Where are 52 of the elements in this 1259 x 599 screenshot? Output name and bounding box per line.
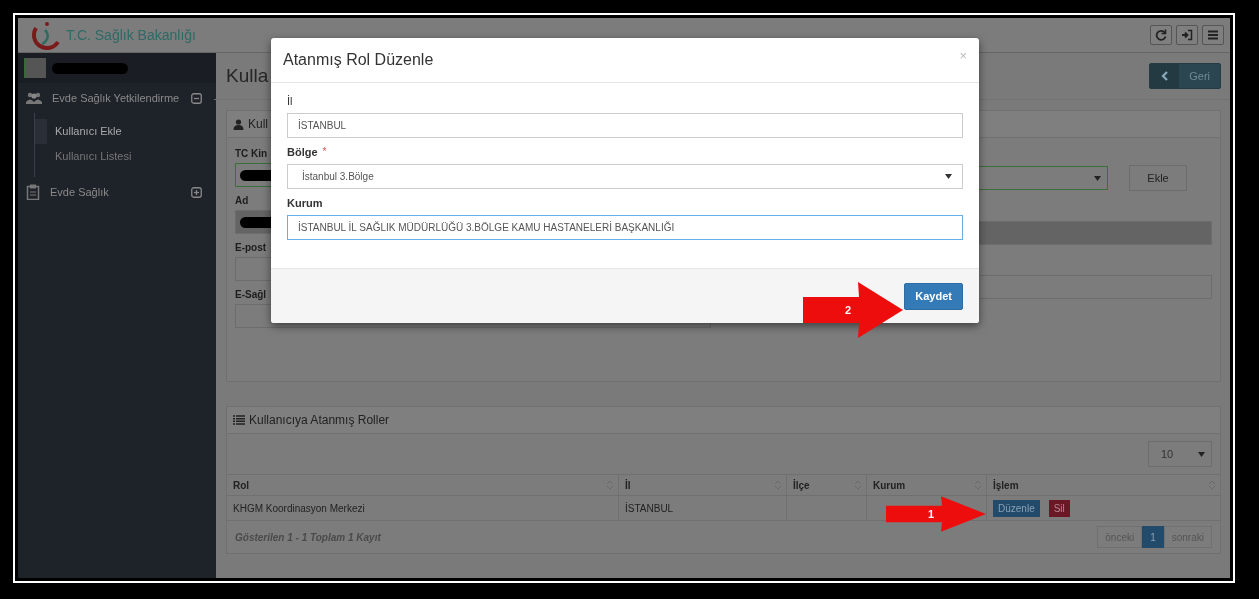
logo-text: T.C. Sağlık Bakanlığı [66, 27, 196, 43]
dialog-title: Atanmış Rol Düzenle [283, 51, 434, 69]
arrow-icon [884, 495, 988, 533]
caret-icon [945, 174, 952, 179]
back-button[interactable]: Geri [1149, 63, 1221, 89]
table-cell: İSTANBUL [619, 495, 787, 521]
table-cell: KHGM Koordinasyon Merkezi [227, 495, 619, 521]
sidebar-subitem[interactable]: Kullanıcı Listesi [35, 144, 216, 169]
chevron-left-icon [1160, 71, 1169, 81]
input-field[interactable]: İSTANBUL İL SAĞLIK MÜDÜRLÜĞÜ 3.BÖLGE KAMU HASTANELERİ BAŞKANLIĞI [287, 215, 963, 240]
panel-title: Kull [248, 117, 268, 131]
delete-button[interactable]: Sil [1048, 499, 1070, 517]
users-icon [26, 92, 42, 104]
column-header[interactable]: Kurum [867, 474, 987, 495]
sidebar-item[interactable]: Evde Sağlık Yetkilendirme [18, 83, 216, 113]
toggle-icon[interactable] [191, 92, 202, 104]
select-field[interactable]: İstanbul 3.Bölge [287, 164, 963, 189]
column-header[interactable]: İl [619, 474, 787, 495]
column-header[interactable]: İlçe [787, 474, 867, 495]
page-button[interactable]: 1 [1142, 526, 1164, 548]
edit-button[interactable]: Düzenle [993, 499, 1040, 517]
page-title: Kulla [226, 65, 269, 87]
field-label: E-post [235, 242, 267, 253]
column-header[interactable]: Rol [227, 474, 619, 495]
field-label: Kurum [287, 197, 323, 209]
sign-out-icon[interactable] [1176, 25, 1198, 45]
input-field[interactable]: İSTANBUL [287, 113, 963, 138]
field-label: TC Kin [235, 148, 268, 159]
save-button[interactable]: Kaydet [904, 282, 963, 310]
field-label: Ad [235, 195, 249, 206]
panel-title: Kullanıcıya Atanmış Roller [249, 413, 390, 427]
field-label: Bölge [287, 146, 318, 158]
avatar [24, 58, 46, 78]
page-size-select[interactable]: 10 [1148, 441, 1212, 467]
close-button[interactable]: × [959, 48, 967, 63]
field-label: E-Sağl [235, 289, 267, 300]
step-number: 2 [845, 304, 852, 316]
list-icon [233, 415, 245, 425]
toggle-icon[interactable] [191, 186, 202, 198]
caret-icon [1094, 175, 1101, 181]
required-mark: * [322, 146, 327, 158]
menu-icon[interactable] [1202, 25, 1224, 45]
caret-icon [1198, 451, 1205, 457]
arrow-icon [801, 280, 905, 340]
column-header[interactable]: İşlem [987, 474, 1220, 495]
sidebar-item[interactable]: Evde Sağlık [18, 177, 216, 207]
add-button[interactable]: Ekle [1129, 165, 1187, 191]
step-number: 1 [928, 508, 935, 520]
field-label: İl [287, 95, 293, 107]
refresh-icon[interactable] [1150, 25, 1172, 45]
clipboard-icon [26, 184, 40, 200]
user-icon [233, 118, 244, 130]
